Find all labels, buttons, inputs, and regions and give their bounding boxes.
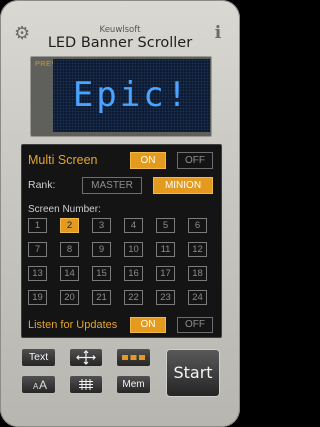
screen-number-10-button[interactable]: 10 [124, 242, 143, 257]
rank-master-button[interactable]: MASTER [82, 177, 142, 194]
brand-label: Keuwlsoft [99, 25, 141, 35]
screen-number-21-button[interactable]: 21 [92, 290, 111, 305]
screen-number-19-button[interactable]: 19 [28, 290, 47, 305]
led-style-button[interactable] [116, 348, 151, 367]
multi-screen-on-button[interactable]: ON [130, 152, 166, 169]
grid-icon [79, 379, 93, 390]
multi-screen-panel: Multi Screen ON OFF Rank: MASTER MINION … [21, 144, 222, 338]
screen-number-2-button[interactable]: 2 [60, 218, 79, 233]
updates-off-button[interactable]: OFF [177, 317, 213, 333]
screen-number-label: Screen Number: [28, 204, 101, 215]
updates-on-button[interactable]: ON [130, 317, 166, 333]
font-size-button[interactable]: A A [21, 375, 56, 394]
screen-number-15-button[interactable]: 15 [92, 266, 111, 281]
screen-number-1-button[interactable]: 1 [28, 218, 47, 233]
screen-number-16-button[interactable]: 16 [124, 266, 143, 281]
screen-number-20-button[interactable]: 20 [60, 290, 79, 305]
screen-number-23-button[interactable]: 23 [156, 290, 175, 305]
screen-number-18-button[interactable]: 18 [188, 266, 207, 281]
screen-number-8-button[interactable]: 8 [60, 242, 79, 257]
rank-minion-button[interactable]: MINION [153, 177, 213, 194]
screen-number-12-button[interactable]: 12 [188, 242, 207, 257]
screen-number-7-button[interactable]: 7 [28, 242, 47, 257]
rank-label: Rank: [28, 179, 56, 191]
app-screen: ⚙ i Keuwlsoft LED Banner Scroller PREVIE… [0, 0, 240, 427]
move-button[interactable] [69, 348, 103, 367]
listen-updates-label: Listen for Updates [28, 319, 118, 331]
screen-number-13-button[interactable]: 13 [28, 266, 47, 281]
start-button[interactable]: Start [166, 349, 220, 397]
text-button[interactable]: Text [21, 348, 56, 367]
multi-screen-off-button[interactable]: OFF [177, 152, 213, 169]
font-size-small-a: A [33, 382, 39, 391]
move-arrows-icon [76, 350, 96, 365]
screen-number-4-button[interactable]: 4 [124, 218, 143, 233]
screen-number-11-button[interactable]: 11 [156, 242, 175, 257]
font-size-large-a: A [39, 378, 48, 392]
led-preview-screen: Epic! [53, 59, 210, 132]
screen-number-5-button[interactable]: 5 [156, 218, 175, 233]
preview-text: Epic! [72, 75, 191, 115]
led-segments-icon [122, 355, 145, 360]
screen-number-3-button[interactable]: 3 [92, 218, 111, 233]
grid-button[interactable] [69, 375, 103, 394]
screen-number-24-button[interactable]: 24 [188, 290, 207, 305]
screen-number-17-button[interactable]: 17 [156, 266, 175, 281]
screen-number-22-button[interactable]: 22 [124, 290, 143, 305]
multi-screen-label: Multi Screen [28, 153, 98, 167]
screen-number-6-button[interactable]: 6 [188, 218, 207, 233]
screen-number-9-button[interactable]: 9 [92, 242, 111, 257]
preview-frame[interactable]: PREVIEW Epic! [30, 56, 212, 137]
screen-number-14-button[interactable]: 14 [60, 266, 79, 281]
mem-button[interactable]: Mem [116, 375, 151, 394]
app-title: LED Banner Scroller [47, 35, 193, 51]
